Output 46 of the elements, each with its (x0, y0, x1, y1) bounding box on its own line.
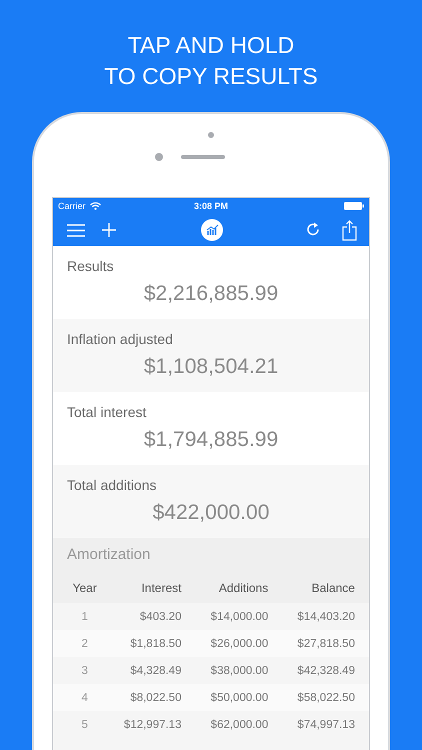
table-cell-text: $8,022.50 (129, 692, 182, 704)
table-cell-text: $42,328.49 (296, 664, 355, 676)
result-label: Inflation adjusted (67, 331, 173, 347)
column-header: Interest (140, 581, 182, 595)
share-icon[interactable] (342, 220, 357, 240)
clock-time: 3:08 PM (194, 201, 228, 211)
headline-line: TAP AND HOLD (128, 31, 294, 60)
table-cell-text: $74,997.13 (296, 718, 355, 730)
result-value: $1,794,885.99 (142, 428, 280, 452)
column-header: Balance (310, 581, 355, 595)
result-label: Total interest (67, 404, 146, 420)
result-value: $2,216,885.99 (142, 282, 280, 306)
speaker-slot (181, 155, 225, 159)
headline-line: TO COPY RESULTS (104, 62, 318, 91)
table-cell-text: $27,818.50 (296, 638, 355, 650)
column-header: Year (72, 581, 98, 595)
table-cell-text: 5 (80, 718, 89, 730)
table-cell-text: 4 (80, 692, 89, 704)
table-cell-text: $14,000.00 (210, 610, 268, 622)
camera-dot (208, 132, 214, 138)
result-value: $1,108,504.21 (142, 355, 280, 379)
wifi-icon (90, 202, 101, 210)
result-value: $422,000.00 (152, 501, 270, 525)
result-label: Total additions (67, 477, 157, 493)
menu-icon[interactable] (67, 224, 85, 236)
table-cell-text: $403.20 (138, 610, 182, 622)
table-cell-text: $58,022.50 (296, 692, 355, 704)
chart-logo-icon[interactable] (201, 219, 223, 241)
sensor-dot (155, 153, 163, 161)
plus-icon[interactable] (102, 223, 116, 237)
section-title: Amortization (66, 546, 150, 563)
table-cell-text: $12,997.13 (122, 718, 182, 730)
table-cell-text: $62,000.00 (210, 718, 268, 730)
battery-icon (344, 202, 364, 210)
carrier-label: Carrier (58, 201, 86, 211)
table-cell-text: $14,403.20 (296, 610, 355, 622)
table-cell-text: $50,000.00 (210, 692, 268, 704)
table-cell-text: $38,000.00 (210, 664, 268, 676)
result-label: Results (67, 258, 114, 274)
column-header: Additions (218, 581, 268, 595)
table-cell-text: $26,000.00 (210, 638, 268, 650)
table-cell-text: 2 (80, 638, 89, 650)
table-cell-text: $1,818.50 (129, 638, 182, 650)
table-cell-text: 3 (80, 664, 89, 676)
table-cell-text: $4,328.49 (129, 664, 182, 676)
table-cell-text: 1 (80, 610, 89, 622)
